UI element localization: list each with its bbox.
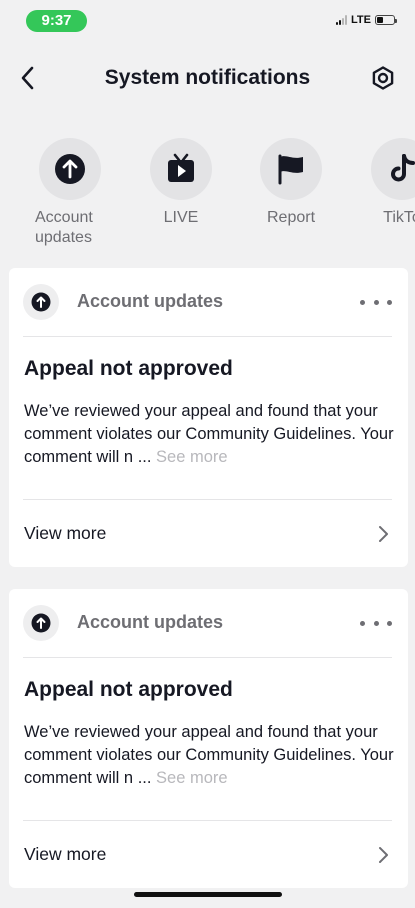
notification-body: We’ve reviewed your appeal and found tha… [24, 721, 396, 790]
arrow-up-circle-icon [31, 292, 51, 312]
notification-title: Appeal not approved [24, 357, 233, 380]
arrow-up-circle-icon [31, 613, 51, 633]
notification-source: Account updates [77, 291, 224, 311]
card-header: Account updates [23, 284, 392, 320]
notification-card[interactable]: Account updates Appeal not approved We’v… [9, 589, 408, 888]
see-more-link[interactable]: See more [156, 448, 228, 466]
divider [23, 820, 392, 821]
signal-icon [336, 15, 348, 25]
card-header: Account updates [23, 605, 392, 641]
category-live[interactable]: LIVE [136, 138, 226, 228]
battery-icon [375, 15, 397, 25]
status-time: 9:37 [26, 10, 87, 32]
status-indicators: LTE [336, 14, 397, 26]
notification-title: Appeal not approved [24, 678, 233, 701]
notification-card[interactable]: Account updates Appeal not approved We’v… [9, 268, 408, 567]
home-indicator[interactable] [134, 892, 282, 897]
network-label: LTE [351, 14, 371, 26]
divider [23, 657, 392, 658]
flag-icon [278, 154, 303, 185]
more-options-button[interactable] [360, 292, 392, 312]
screen: 9:37 LTE System notifications Account up… [0, 0, 415, 908]
category-label: TikTo [383, 209, 415, 226]
more-options-button[interactable] [360, 613, 392, 633]
category-tiktok[interactable]: TikTo [357, 138, 415, 228]
page-title: System notifications [104, 66, 311, 89]
category-label: LIVE [163, 209, 199, 226]
category-report[interactable]: Report [246, 138, 336, 228]
notification-body: We’ve reviewed your appeal and found tha… [24, 400, 396, 469]
chevron-right-icon[interactable] [376, 524, 390, 544]
divider [23, 336, 392, 337]
notification-source: Account updates [77, 612, 224, 632]
nav-header: System notifications [0, 56, 415, 100]
tiktok-logo-icon [391, 154, 415, 182]
category-label: Report [266, 209, 316, 226]
chevron-right-icon[interactable] [376, 845, 390, 865]
live-tv-icon [168, 153, 194, 182]
settings-button[interactable] [369, 64, 397, 92]
arrow-up-circle-icon [55, 154, 85, 184]
see-more-link[interactable]: See more [156, 769, 228, 787]
divider [23, 499, 392, 500]
view-more-link[interactable]: View more [24, 844, 106, 865]
category-row: Account updates LIVE Report TikT [0, 138, 415, 250]
category-label: Account updates [35, 209, 93, 246]
view-more-link[interactable]: View more [24, 523, 106, 544]
gear-icon [372, 66, 394, 90]
category-account-updates[interactable]: Account updates [25, 138, 115, 248]
status-bar: 9:37 LTE [0, 0, 415, 40]
